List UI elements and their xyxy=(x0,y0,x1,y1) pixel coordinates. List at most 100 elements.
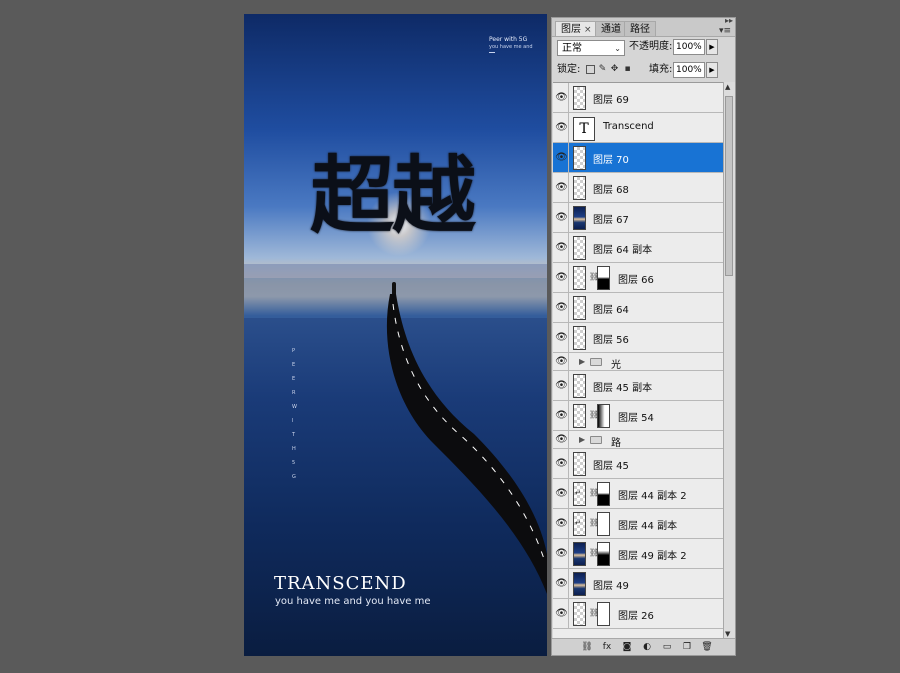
blend-mode-select[interactable]: 正常 ⌄ xyxy=(557,40,625,56)
visibility-eye-icon[interactable]: 👁 xyxy=(555,599,569,628)
layer-list[interactable]: 👁 图层 69 👁 T Transcend 👁 图层 70 👁 图层 68 👁 图层 67 👁 图层 6… xyxy=(553,82,723,640)
skyline xyxy=(244,264,547,278)
layer-name: 图层 66 xyxy=(618,275,654,286)
new-layer-icon[interactable]: ❐ xyxy=(680,641,694,653)
mask-link-icon[interactable]: ⛓ xyxy=(589,548,599,557)
lock-brush-icon[interactable]: ✎ xyxy=(598,65,607,74)
layer-mask-thumbnail[interactable] xyxy=(597,404,610,428)
visibility-eye-icon[interactable]: 👁 xyxy=(555,113,569,142)
layers-panel: 图层 × 通道 路径 ▸▸ ▾≡ 正常 ⌄ 不透明度: 100% ▶ 锁定: ✎ … xyxy=(551,16,736,656)
visibility-eye-icon[interactable]: 👁 xyxy=(555,509,569,538)
layer-row[interactable]: 👁 ⛓ 图层 26 xyxy=(553,599,723,629)
visibility-eye-icon[interactable]: 👁 xyxy=(555,449,569,478)
layer-name: 图层 54 xyxy=(618,413,654,424)
layer-row[interactable]: 👁 ⛓ 图层 49 副本 2 xyxy=(553,539,723,569)
visibility-eye-icon[interactable]: 👁 xyxy=(555,263,569,292)
layer-mask-thumbnail[interactable] xyxy=(597,266,610,290)
tagline: you have me and you have me xyxy=(275,596,431,607)
opacity-slider-button[interactable]: ▶ xyxy=(706,39,718,55)
mask-icon[interactable]: ◙ xyxy=(620,641,634,653)
layer-row[interactable]: 👁 ⛓ 图层 66 xyxy=(553,263,723,293)
mask-link-icon[interactable]: ⛓ xyxy=(589,608,599,617)
vertical-caption: P E E R W I T H 5 G xyxy=(292,348,297,480)
fill-label: 填充: xyxy=(649,64,673,75)
lock-all-icon[interactable]: ▪ xyxy=(623,65,632,74)
layer-row[interactable]: 👁 T Transcend xyxy=(553,113,723,143)
layer-row[interactable]: 👁 图层 45 副本 xyxy=(553,371,723,401)
layer-row[interactable]: 👁 图层 64 副本 xyxy=(553,233,723,263)
layer-list-scrollbar[interactable]: ▲ ▼ xyxy=(723,82,735,639)
mask-link-icon[interactable]: ⛓ xyxy=(589,488,599,497)
visibility-eye-icon[interactable]: 👁 xyxy=(555,569,569,598)
lock-label: 锁定: xyxy=(557,64,581,75)
lock-move-icon[interactable]: ✥ xyxy=(610,65,619,74)
layer-row[interactable]: 👁 图层 49 xyxy=(553,569,723,599)
opacity-input[interactable]: 100% xyxy=(673,39,705,55)
visibility-eye-icon[interactable]: 👁 xyxy=(555,203,569,232)
tab-layers[interactable]: 图层 × xyxy=(555,21,598,36)
layer-thumbnail xyxy=(573,206,586,230)
document-canvas[interactable]: 超越 Peer with 5G you have me and P E E R … xyxy=(244,14,547,656)
fill-slider-button[interactable]: ▶ xyxy=(706,62,718,78)
visibility-eye-icon[interactable]: 👁 xyxy=(555,323,569,352)
scroll-down-icon[interactable]: ▼ xyxy=(725,630,730,638)
visibility-eye-icon[interactable]: 👁 xyxy=(555,233,569,262)
layer-name: 图层 64 副本 xyxy=(593,245,653,256)
layer-mask-thumbnail[interactable] xyxy=(597,512,610,536)
layer-row[interactable]: 👁 图层 68 xyxy=(553,173,723,203)
layer-name: 图层 45 xyxy=(593,461,629,472)
visibility-eye-icon[interactable]: 👁 xyxy=(555,293,569,322)
collapse-icon[interactable]: ▸▸ xyxy=(725,16,733,25)
layer-group-row[interactable]: 👁 ▶ 光 xyxy=(553,353,723,371)
tab-paths-label: 路径 xyxy=(630,24,650,35)
layer-mask-thumbnail[interactable] xyxy=(597,602,610,626)
layer-name: 图层 44 副本 2 xyxy=(618,491,687,502)
layer-mask-thumbnail[interactable] xyxy=(597,542,610,566)
layer-row[interactable]: 👁 图层 45 xyxy=(553,449,723,479)
visibility-eye-icon[interactable]: 👁 xyxy=(555,83,569,112)
mask-link-icon[interactable]: ⛓ xyxy=(589,410,599,419)
visibility-eye-icon[interactable]: 👁 xyxy=(555,401,569,430)
adjustment-icon[interactable]: ◐ xyxy=(640,641,654,653)
visibility-eye-icon[interactable]: 👁 xyxy=(555,371,569,400)
lock-transparency-icon[interactable] xyxy=(586,65,595,74)
scroll-thumb[interactable] xyxy=(725,96,733,276)
layer-name: 图层 49 副本 2 xyxy=(618,551,687,562)
tab-channels[interactable]: 通道 xyxy=(595,21,627,36)
layer-thumbnail xyxy=(573,602,586,626)
fill-input[interactable]: 100% xyxy=(673,62,705,78)
layer-thumbnail xyxy=(573,374,586,398)
mask-link-icon[interactable]: ⛓ xyxy=(589,518,599,527)
layer-row[interactable]: 👁 图层 69 xyxy=(553,83,723,113)
visibility-eye-icon[interactable]: 👁 xyxy=(555,143,569,172)
trash-icon[interactable]: 🗑 xyxy=(700,641,714,653)
layer-row[interactable]: 👁 图层 70 xyxy=(553,143,723,173)
tab-paths[interactable]: 路径 xyxy=(624,21,656,36)
layer-row[interactable]: 👁 ↵ ⛓ 图层 44 副本 2 xyxy=(553,479,723,509)
layer-row[interactable]: 👁 ↵ ⛓ 图层 44 副本 xyxy=(553,509,723,539)
layer-row[interactable]: 👁 图层 64 xyxy=(553,293,723,323)
layer-group-row[interactable]: 👁 ▶ 路 xyxy=(553,431,723,449)
visibility-eye-icon[interactable]: 👁 xyxy=(555,173,569,202)
transcend-heading: TRANSCEND xyxy=(274,573,407,594)
close-icon[interactable]: × xyxy=(584,25,592,35)
fx-icon[interactable]: fx xyxy=(600,641,614,653)
expand-triangle-icon[interactable]: ▶ xyxy=(579,435,585,444)
layer-mask-thumbnail[interactable] xyxy=(597,482,610,506)
layer-row[interactable]: 👁 图层 67 xyxy=(553,203,723,233)
visibility-eye-icon[interactable]: 👁 xyxy=(555,353,569,370)
visibility-eye-icon[interactable]: 👁 xyxy=(555,431,569,448)
layer-thumbnail xyxy=(573,296,586,320)
layer-row[interactable]: 👁 ⛓ 图层 54 xyxy=(553,401,723,431)
group-icon[interactable]: ▭ xyxy=(660,641,674,653)
link-icon[interactable]: ⛓ xyxy=(580,641,594,653)
panel-menu-icon[interactable]: ▾≡ xyxy=(719,26,731,36)
visibility-eye-icon[interactable]: 👁 xyxy=(555,479,569,508)
mask-link-icon[interactable]: ⛓ xyxy=(589,272,599,281)
visibility-eye-icon[interactable]: 👁 xyxy=(555,539,569,568)
layer-name: 图层 56 xyxy=(593,335,629,346)
layer-row[interactable]: 👁 图层 56 xyxy=(553,323,723,353)
expand-triangle-icon[interactable]: ▶ xyxy=(579,357,585,366)
scroll-up-icon[interactable]: ▲ xyxy=(725,83,730,91)
chevron-down-icon: ⌄ xyxy=(614,44,621,53)
